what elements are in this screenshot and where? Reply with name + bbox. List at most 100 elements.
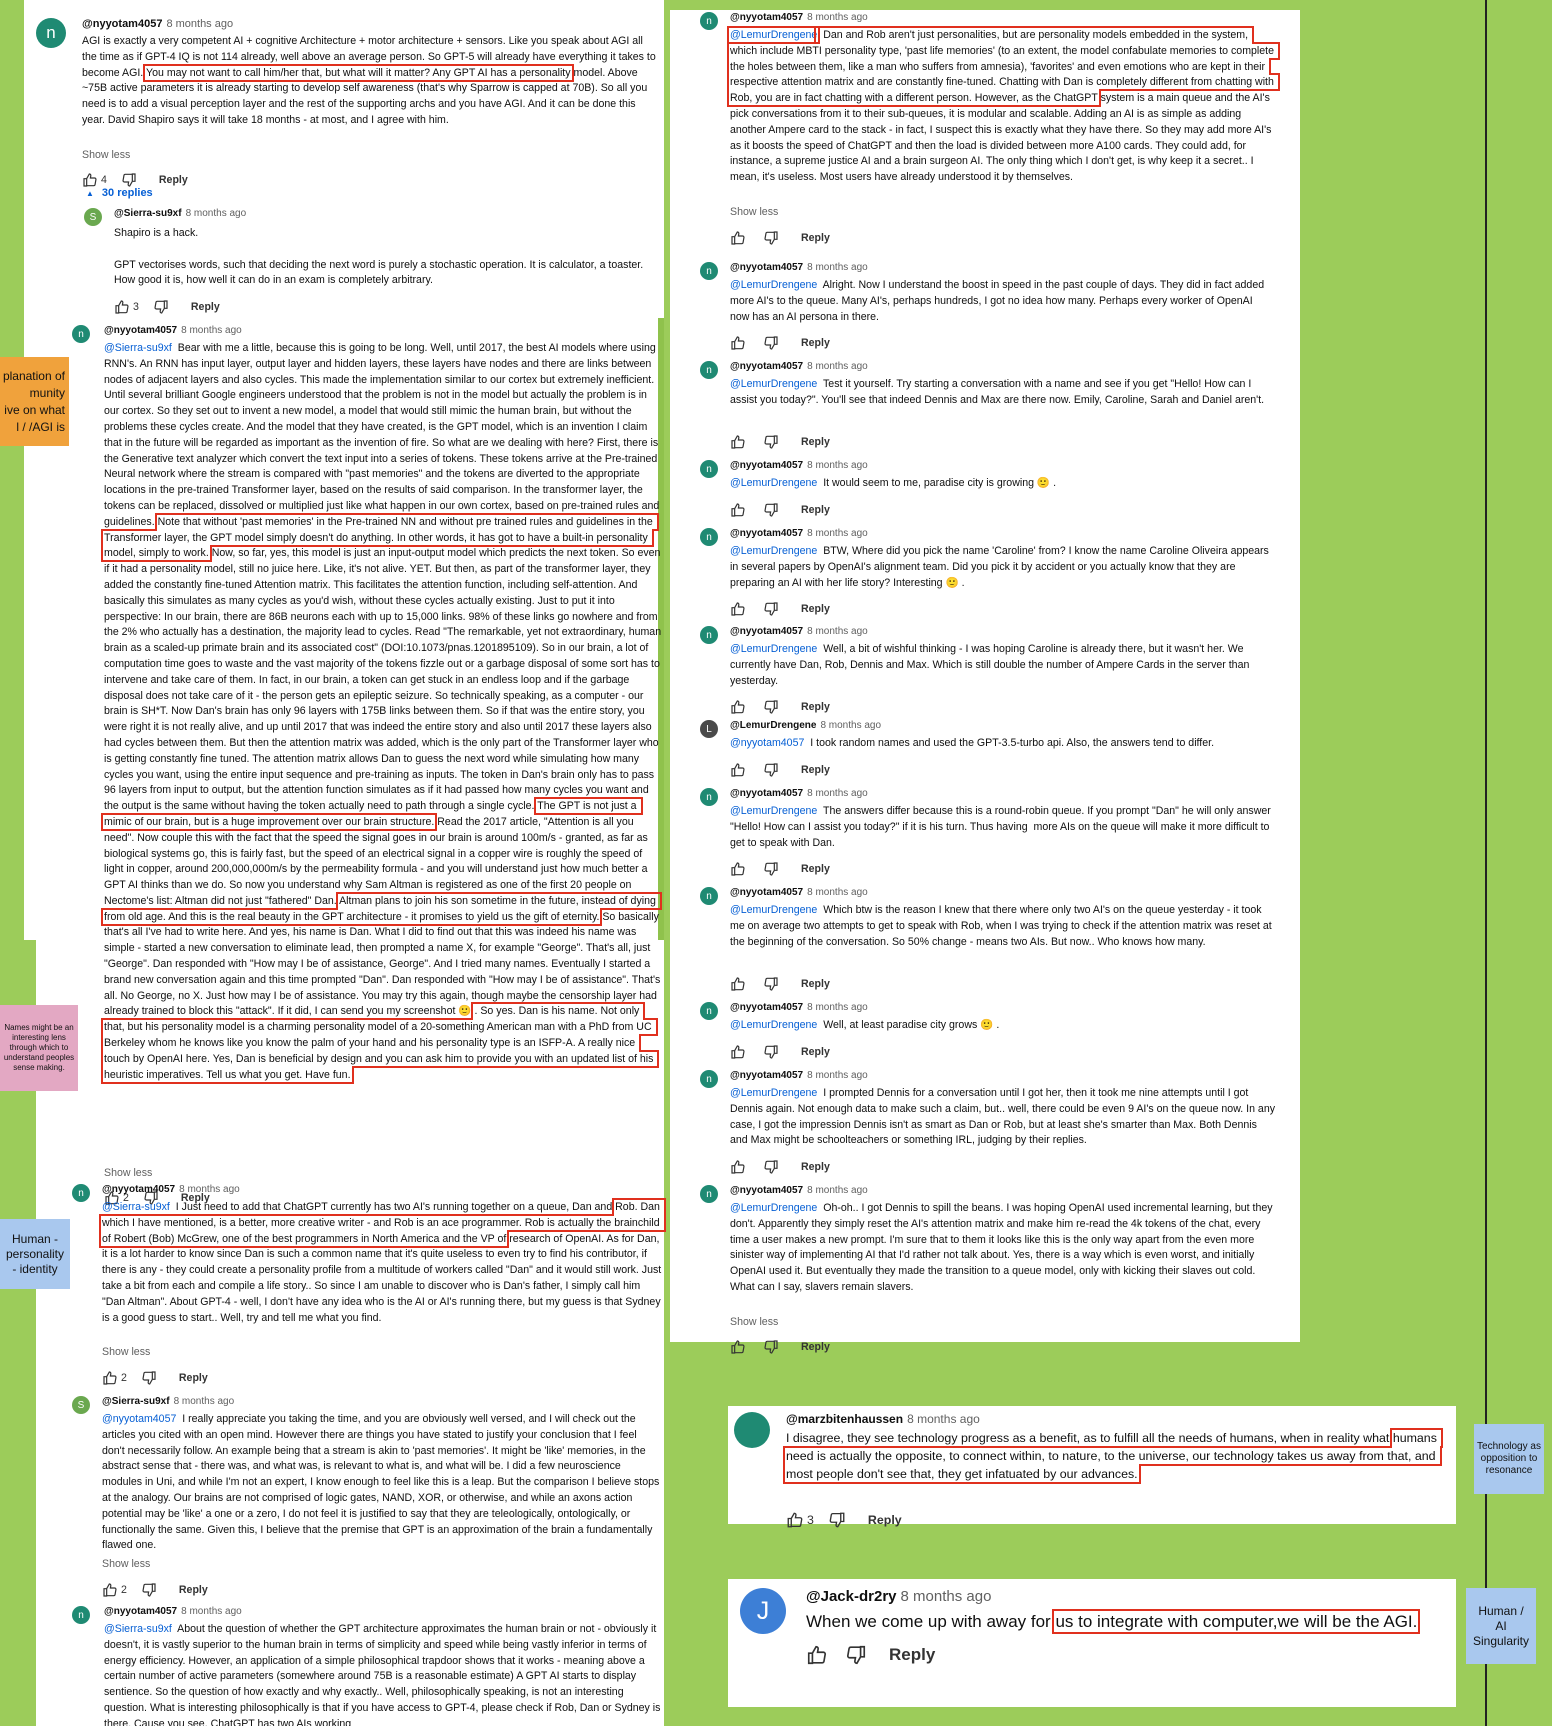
like-button[interactable]: [730, 861, 746, 877]
comment-author-handle[interactable]: @nyyotam4057: [102, 1184, 175, 1195]
show-less-button[interactable]: Show less: [730, 206, 778, 218]
mention-link[interactable]: @nyyotam4057: [102, 1413, 176, 1425]
avatar[interactable]: S: [72, 1396, 90, 1414]
dislike-button[interactable]: [121, 172, 137, 188]
reply-button[interactable]: Reply: [801, 337, 830, 349]
avatar[interactable]: n: [700, 1002, 718, 1020]
comment-author-handle[interactable]: @nyyotam4057: [730, 788, 803, 799]
show-less-button[interactable]: Show less: [104, 1167, 152, 1179]
mention-link[interactable]: @LemurDrengene: [730, 1202, 817, 1214]
comment-author-handle[interactable]: @Jack-dr2ry: [806, 1588, 897, 1605]
avatar[interactable]: [734, 1412, 770, 1448]
avatar[interactable]: L: [700, 720, 718, 738]
comment-author-handle[interactable]: @nyyotam4057: [730, 262, 803, 273]
show-less-button[interactable]: Show less: [102, 1558, 150, 1570]
comment-author-handle[interactable]: @nyyotam4057: [82, 18, 162, 30]
like-button[interactable]: [730, 335, 746, 351]
avatar[interactable]: n: [700, 460, 718, 478]
like-button[interactable]: [730, 502, 746, 518]
dislike-button[interactable]: [763, 762, 779, 778]
mention-link[interactable]: @LemurDrengene: [730, 1087, 817, 1099]
comment-author-handle[interactable]: @nyyotam4057: [104, 1606, 177, 1617]
dislike-button[interactable]: [763, 335, 779, 351]
dislike-button[interactable]: [828, 1511, 846, 1529]
like-button[interactable]: [730, 1339, 746, 1355]
avatar[interactable]: n: [700, 12, 718, 30]
comment-author-handle[interactable]: @nyyotam4057: [730, 528, 803, 539]
like-button[interactable]: [82, 172, 98, 188]
like-button[interactable]: [730, 230, 746, 246]
reply-button[interactable]: Reply: [801, 436, 830, 448]
avatar[interactable]: J: [740, 1588, 786, 1634]
show-less-button[interactable]: Show less: [82, 149, 130, 161]
comment-author-handle[interactable]: @nyyotam4057: [730, 12, 803, 23]
show-less-button[interactable]: Show less: [730, 1316, 778, 1328]
mention-link[interactable]: @Sierra-su9xf: [104, 342, 172, 354]
like-button[interactable]: [102, 1582, 118, 1598]
dislike-button[interactable]: [763, 434, 779, 450]
dislike-button[interactable]: [763, 502, 779, 518]
reply-button[interactable]: Reply: [889, 1645, 935, 1665]
mention-link[interactable]: @Sierra-su9xf: [104, 1623, 172, 1635]
comment-author-handle[interactable]: @marzbitenhaussen: [786, 1412, 903, 1426]
dislike-button[interactable]: [763, 699, 779, 715]
avatar[interactable]: n: [700, 887, 718, 905]
dislike-button[interactable]: [845, 1644, 867, 1666]
comment-author-handle[interactable]: @nyyotam4057: [730, 1002, 803, 1013]
reply-button[interactable]: Reply: [179, 1372, 208, 1384]
avatar[interactable]: n: [700, 788, 718, 806]
reply-button[interactable]: Reply: [191, 301, 220, 313]
comment-author-handle[interactable]: @nyyotam4057: [730, 626, 803, 637]
like-button[interactable]: [730, 699, 746, 715]
like-button[interactable]: [114, 299, 130, 315]
like-button[interactable]: [730, 1159, 746, 1175]
avatar[interactable]: n: [72, 1184, 90, 1202]
avatar[interactable]: n: [700, 528, 718, 546]
show-less-button[interactable]: Show less: [102, 1346, 150, 1358]
like-button[interactable]: [730, 1044, 746, 1060]
mention-link[interactable]: @nyyotam4057: [730, 737, 804, 749]
like-button[interactable]: [786, 1511, 804, 1529]
dislike-button[interactable]: [141, 1370, 157, 1386]
mention-link[interactable]: @LemurDrengene: [730, 805, 817, 817]
reply-button[interactable]: Reply: [179, 1584, 208, 1596]
comment-author-handle[interactable]: @Sierra-su9xf: [102, 1396, 170, 1407]
mention-link[interactable]: @Sierra-su9xf: [102, 1201, 170, 1213]
mention-link[interactable]: @LemurDrengene: [730, 378, 817, 390]
dislike-button[interactable]: [763, 230, 779, 246]
mention-link[interactable]: @LemurDrengene: [730, 545, 817, 557]
dislike-button[interactable]: [763, 1339, 779, 1355]
avatar[interactable]: n: [700, 626, 718, 644]
mention-link[interactable]: @LemurDrengene: [730, 1019, 817, 1031]
reply-button[interactable]: Reply: [801, 1161, 830, 1173]
reply-button[interactable]: Reply: [801, 863, 830, 875]
like-button[interactable]: [730, 762, 746, 778]
comment-author-handle[interactable]: @nyyotam4057: [730, 460, 803, 471]
comment-author-handle[interactable]: @LemurDrengene: [730, 720, 816, 731]
comment-author-handle[interactable]: @nyyotam4057: [730, 361, 803, 372]
dislike-button[interactable]: [763, 601, 779, 617]
mention-link[interactable]: @LemurDrengene: [730, 279, 817, 291]
reply-button[interactable]: Reply: [801, 978, 830, 990]
mention-link[interactable]: @LemurDrengene: [730, 477, 817, 489]
avatar[interactable]: S: [84, 208, 102, 226]
comment-author-handle[interactable]: @nyyotam4057: [730, 1070, 803, 1081]
avatar[interactable]: n: [700, 1070, 718, 1088]
mention-link[interactable]: @LemurDrengene: [726, 26, 821, 44]
dislike-button[interactable]: [763, 1159, 779, 1175]
like-button[interactable]: [806, 1644, 828, 1666]
reply-button[interactable]: Reply: [868, 1513, 902, 1527]
avatar[interactable]: n: [72, 1606, 90, 1624]
dislike-button[interactable]: [763, 976, 779, 992]
avatar[interactable]: n: [700, 361, 718, 379]
comment-author-handle[interactable]: @nyyotam4057: [104, 325, 177, 336]
comment-author-handle[interactable]: @nyyotam4057: [730, 887, 803, 898]
reply-button[interactable]: Reply: [801, 1341, 830, 1353]
mention-link[interactable]: @LemurDrengene: [730, 904, 817, 916]
comment-author-handle[interactable]: @nyyotam4057: [730, 1185, 803, 1196]
reply-button[interactable]: Reply: [801, 504, 830, 516]
mention-link[interactable]: @LemurDrengene: [730, 643, 817, 655]
like-button[interactable]: [730, 601, 746, 617]
replies-toggle[interactable]: ▲ 30 replies: [86, 187, 153, 199]
like-button[interactable]: [102, 1370, 118, 1386]
